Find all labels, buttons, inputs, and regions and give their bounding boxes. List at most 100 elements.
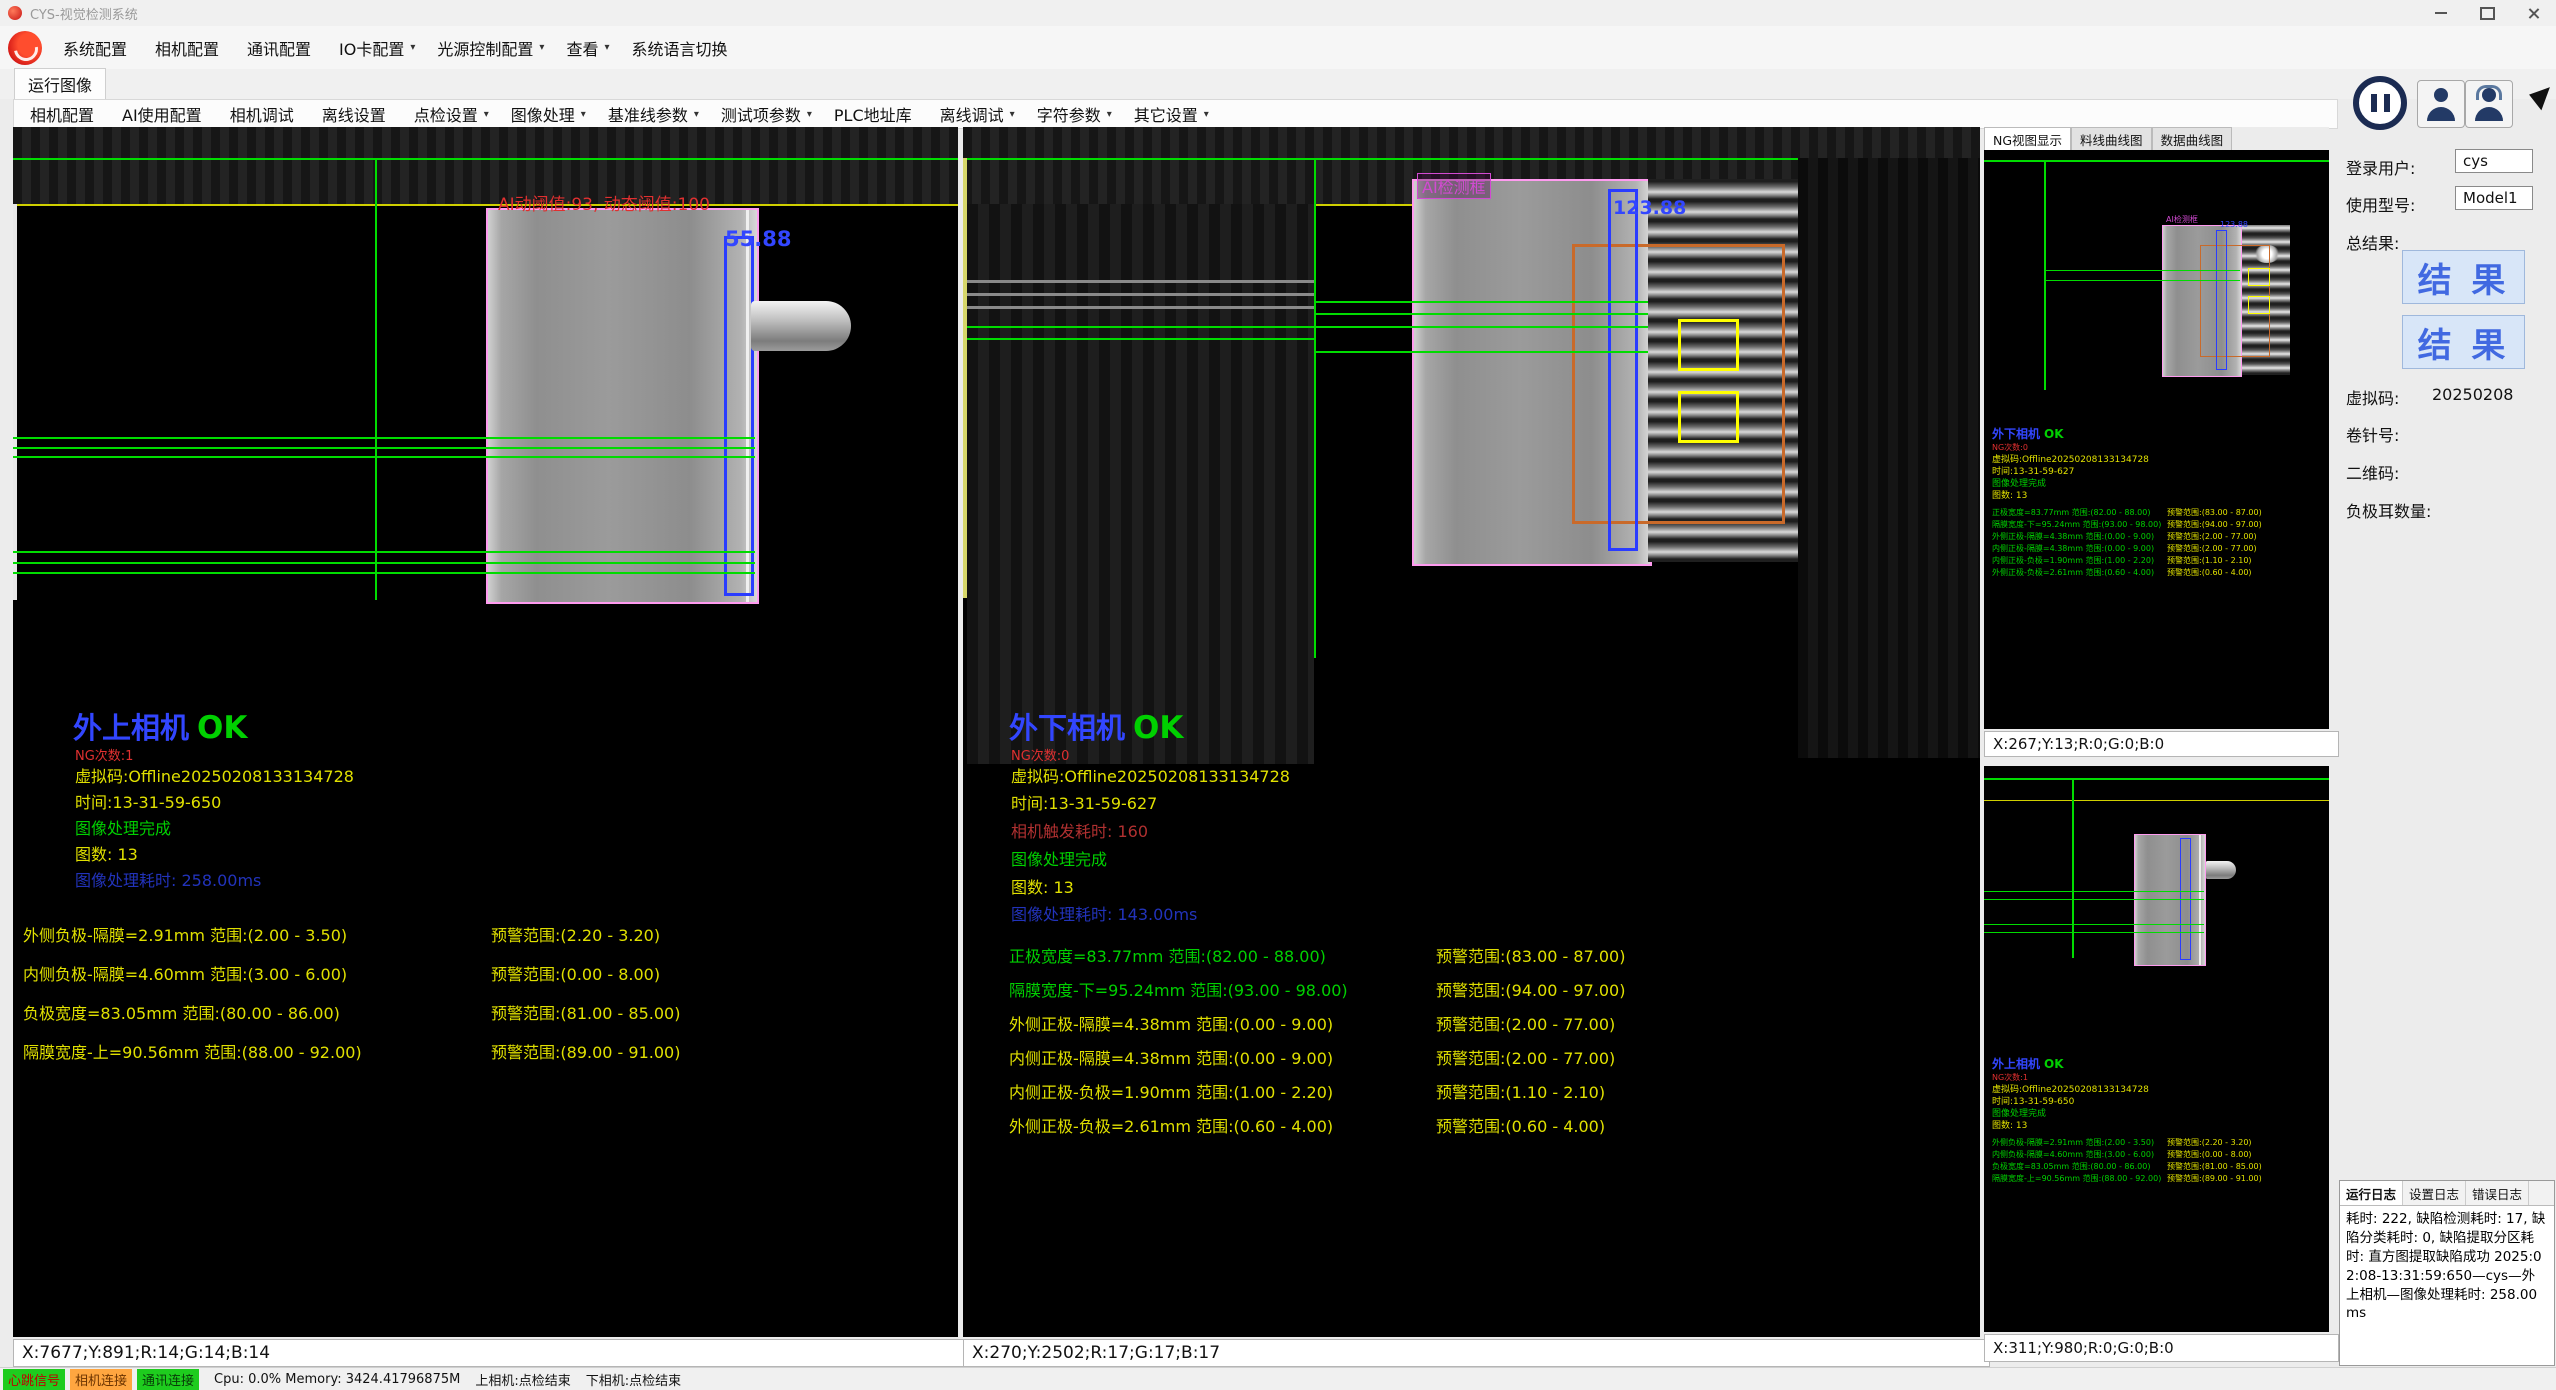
measurement-text: 内侧负极-隔膜=4.60mm 范围:(3.00 - 6.00) — [1992, 1150, 2154, 1159]
log-tab[interactable]: 设置日志 — [2403, 1181, 2466, 1205]
comm-connection-badge: 通讯连接 — [137, 1369, 199, 1390]
model-label: 使用型号: — [2346, 192, 2415, 216]
toolbar-item[interactable]: 离线设置 — [312, 100, 402, 128]
log-panel: 运行日志 设置日志 错误日志 耗时: 222, 缺陷检测耗时: 17, 缺陷分类… — [2339, 1180, 2555, 1366]
menu-item[interactable]: 系统语言切换 — [621, 32, 745, 64]
measurement-warn: 预警范围:(81.00 - 85.00) — [2167, 1161, 2262, 1173]
measurement-list: 外侧负极-隔膜=2.91mm 范围:(2.00 - 3.50) 预警范围:(2.… — [1992, 1137, 2161, 1185]
user-button[interactable] — [2417, 80, 2465, 128]
measurement-text: 外侧正极-隔膜=4.38mm 范围:(0.00 - 9.00) — [1992, 532, 2154, 541]
preview-1-coordinates: X:267;Y:13;R:0;G:0;B:0 — [1984, 731, 2339, 757]
green-vline — [2072, 778, 2074, 958]
process-time: 图像处理耗时: 258.00ms — [75, 867, 261, 891]
ng-count: NG次数:1 — [1992, 1072, 2161, 1084]
machine-bar — [967, 293, 1314, 296]
menu-item[interactable]: 查看 ▾ — [555, 32, 620, 64]
measurement-row: 隔膜宽度-下=95.24mm 范围:(93.00 - 98.00) 预警范围:(… — [1992, 519, 2161, 531]
log-tab[interactable]: 运行日志 — [2340, 1181, 2403, 1205]
maximize-button[interactable] — [2464, 0, 2510, 26]
tab-run-image[interactable]: 运行图像 — [14, 68, 106, 99]
menu-item[interactable]: 相机配置 — [144, 32, 236, 64]
measurement-row: 内侧正极-负极=1.90mm 范围:(1.00 - 2.20) 预警范围:(1.… — [1009, 1079, 1969, 1099]
log-tab-label: 错误日志 — [2472, 1187, 2522, 1202]
toolbar-item[interactable]: 离线调试 ▾ — [930, 100, 1025, 128]
camera-status-ok: OK — [1133, 710, 1183, 746]
green-hline — [13, 456, 755, 458]
ng-panel-tab[interactable]: 数据曲线图 — [2152, 127, 2233, 150]
green-hline — [13, 562, 755, 564]
toolbar-item[interactable]: 相机调试 — [220, 100, 310, 128]
measurement-warn: 预警范围:(81.00 - 85.00) — [491, 1000, 680, 1024]
measurement-warn: 预警范围:(89.00 - 91.00) — [491, 1039, 680, 1063]
chevron-down-icon: ▾ — [410, 42, 415, 53]
log-tab-label: 设置日志 — [2409, 1187, 2459, 1202]
ng-panel-tab[interactable]: NG视图显示 — [1984, 127, 2071, 150]
menu-item[interactable]: 光源控制配置 ▾ — [426, 32, 555, 64]
toolbar-item[interactable]: 点检设置 ▾ — [404, 100, 499, 128]
measurement-text: 隔膜宽度-下=95.24mm 范围:(93.00 - 98.00) — [1992, 520, 2161, 529]
close-button[interactable] — [2510, 0, 2556, 26]
blue-measure-rect — [724, 236, 754, 596]
toolbar-item[interactable]: 基准线参数 ▾ — [598, 100, 709, 128]
ng-preview-2[interactable]: 外上相机OK NG次数:1 虚拟码:Offline202502081331347… — [1984, 766, 2329, 1332]
green-hline — [13, 551, 755, 553]
operator-button[interactable] — [2465, 80, 2513, 128]
virtual-code-label: 虚拟码: — [2346, 385, 2399, 409]
menu-item-label: IO卡配置 — [339, 36, 404, 60]
measurement-warn: 预警范围:(1.10 - 2.10) — [2167, 555, 2252, 567]
orange-detect-rect — [1572, 244, 1785, 524]
toolbar-item[interactable]: PLC地址库 — [824, 100, 928, 128]
gauge-value: 55.88 — [725, 227, 791, 251]
edge-line — [2199, 835, 2201, 965]
green-vline — [2044, 160, 2046, 390]
log-tabs: 运行日志 设置日志 错误日志 — [2340, 1181, 2554, 1206]
ng-panel-tab[interactable]: 料线曲线图 — [2071, 127, 2152, 150]
preview-text-block: 外下相机OK NG次数:0 虚拟码:Offline202502081331347… — [1992, 428, 2161, 579]
ng-preview-1[interactable]: AI检测框 123.88 外下相机OK NG次数:0 虚拟码:Offline20… — [1984, 150, 2329, 729]
green-hline — [1984, 899, 2204, 900]
menu-item[interactable]: 通讯配置 — [236, 32, 328, 64]
toolbar-item[interactable]: 图像处理 ▾ — [501, 100, 596, 128]
frame-count: 图数: 13 — [1011, 874, 1074, 898]
measurement-warn: 预警范围:(2.20 - 3.20) — [491, 922, 660, 946]
measurement-text: 内侧负极-隔膜=4.60mm 范围:(3.00 - 6.00) — [23, 965, 347, 984]
right-camera-view[interactable]: AI检测框 123.88 外下相机OK NG次数:0 虚拟码:Offline20… — [963, 127, 1980, 1337]
toolbar-item-label: 相机配置 — [30, 102, 94, 126]
menu-item[interactable]: 系统配置 — [52, 32, 144, 64]
camera-name-text: 外下相机 — [1009, 711, 1125, 745]
chevron-down-icon: ▾ — [1107, 109, 1112, 120]
toolbar-item[interactable]: 字符参数 ▾ — [1027, 100, 1122, 128]
negative-tab-count-label: 负极耳数量: — [2346, 498, 2431, 522]
toolbar-item[interactable]: 其它设置 ▾ — [1124, 100, 1219, 128]
minimize-button[interactable] — [2418, 0, 2464, 26]
machine-texture-band — [13, 127, 958, 204]
total-result-label: 总结果: — [2346, 230, 2399, 254]
measurement-warn: 预警范围:(2.00 - 77.00) — [2167, 531, 2257, 543]
measurement-text: 正极宽度=83.77mm 范围:(82.00 - 88.00) — [1009, 947, 1326, 966]
menu-items: 系统配置 相机配置 通讯配置 IO卡配置 ▾ — [52, 32, 745, 64]
view-tab-row: 运行图像 — [0, 69, 2556, 99]
menu-item-label: 相机配置 — [155, 36, 219, 60]
left-camera-view[interactable]: AI动阈值:93, 动态阈值:100 55.88 外上相机OK NG次数:1 虚… — [13, 127, 958, 1337]
toolbar-item-label: 点检设置 — [414, 102, 478, 126]
chevron-down-icon: ▾ — [807, 109, 812, 120]
toolbar-item[interactable]: AI使用配置 — [112, 100, 218, 128]
process-done: 图像处理完成 — [75, 815, 171, 839]
measurement-row: 外侧负极-隔膜=2.91mm 范围:(2.00 - 3.50) 预警范围:(2.… — [1992, 1137, 2161, 1149]
blue-measure-rect — [2216, 230, 2227, 370]
login-user-field[interactable]: cys — [2455, 149, 2533, 173]
part-region — [486, 208, 759, 604]
pause-button[interactable] — [2353, 76, 2407, 130]
measurement-text: 内侧正极-负极=1.90mm 范围:(1.00 - 2.20) — [1009, 1083, 1333, 1102]
camera-name: 外下相机OK — [1009, 705, 1183, 747]
toolbar-item[interactable]: 测试项参数 ▾ — [711, 100, 822, 128]
model-field[interactable]: Model1 — [2455, 186, 2533, 210]
menu-item[interactable]: IO卡配置 ▾ — [328, 32, 426, 64]
process-done: 图像处理完成 — [1992, 478, 2161, 490]
yellow-hline — [1984, 800, 2329, 801]
measurement-list: 正极宽度=83.77mm 范围:(82.00 - 88.00) 预警范围:(83… — [1009, 943, 1969, 1147]
virtual-code: 虚拟码:Offline20250208133134728 — [1992, 1084, 2161, 1096]
toolbar-item[interactable]: 相机配置 — [20, 100, 110, 128]
capture-time: 时间:13-31-59-650 — [1992, 1096, 2161, 1108]
log-tab[interactable]: 错误日志 — [2466, 1181, 2529, 1205]
